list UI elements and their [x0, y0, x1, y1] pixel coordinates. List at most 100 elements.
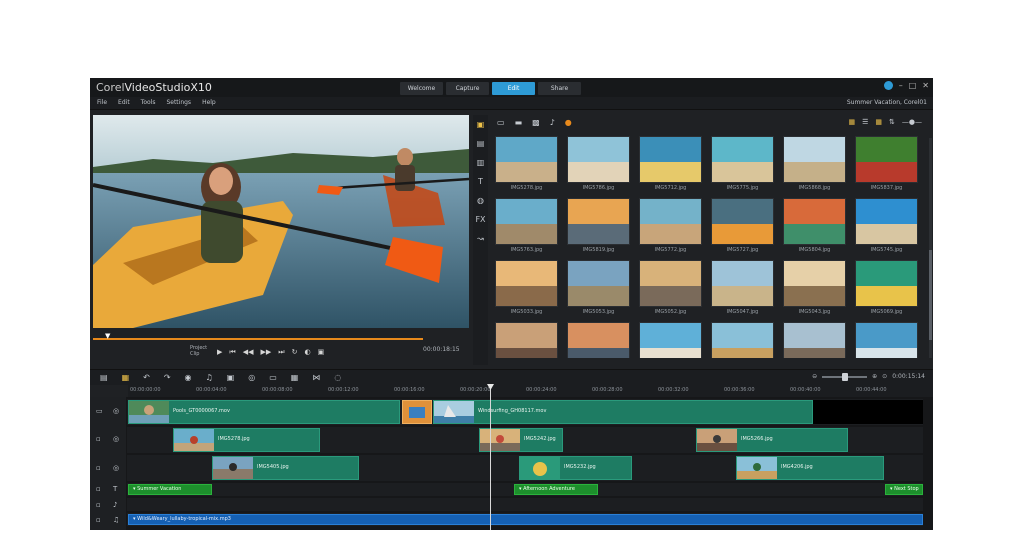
media-thumbnail[interactable]: IMG5047.jpg — [711, 260, 774, 317]
time-remap-icon[interactable]: ⋈ — [312, 373, 320, 382]
mode-clip[interactable]: Clip — [190, 351, 207, 357]
timeline-playhead[interactable] — [490, 385, 491, 530]
video-filter-icon[interactable]: ▬ — [515, 118, 523, 127]
filter-icon[interactable]: FX — [473, 210, 488, 229]
video-clip[interactable]: Pools_GT0000067.mov — [128, 400, 400, 424]
end-icon[interactable]: ⏭ — [278, 348, 284, 357]
media-thumbnail[interactable]: IMG5052.jpg — [639, 260, 702, 317]
menu-settings[interactable]: Settings — [166, 99, 191, 106]
overlay-track-2-visibility-icon[interactable]: ◎ — [113, 464, 119, 472]
undo-icon[interactable]: ↶ — [143, 373, 150, 382]
tab-share[interactable]: Share — [538, 82, 581, 95]
graphics-icon[interactable]: ◍ — [473, 191, 488, 210]
auto-music-icon[interactable]: ▣ — [227, 373, 235, 382]
title-clip[interactable]: ▾ Summer Vacation — [128, 484, 212, 495]
media-thumbnail[interactable]: IMG5745.jpg — [855, 198, 918, 255]
zoom-out-icon[interactable]: ⊖ — [812, 373, 817, 380]
thumbnail-view-icon[interactable]: ▦ — [848, 118, 855, 126]
repeat-icon[interactable]: ↻ — [292, 348, 298, 357]
menu-tools[interactable]: Tools — [141, 99, 156, 106]
media-thumbnail[interactable]: IMG5712.jpg — [639, 136, 702, 193]
volume-icon[interactable]: ◐ — [304, 348, 310, 357]
redo-icon[interactable]: ↷ — [164, 373, 171, 382]
fit-project-icon[interactable]: ⊙ — [882, 373, 887, 380]
media-thumbnail[interactable]: IMG5064.jpg — [567, 322, 630, 358]
thumbnail-size-slider[interactable]: —●— — [902, 118, 922, 126]
media-thumbnail[interactable]: IMG5775.jpg — [711, 136, 774, 193]
media-icon[interactable]: ▣ — [473, 115, 488, 134]
tab-capture[interactable]: Capture — [446, 82, 489, 95]
path-icon[interactable]: ↝ — [473, 229, 488, 248]
media-thumbnail[interactable]: IMG5804.jpg — [783, 198, 846, 255]
library-scrollbar-thumb[interactable] — [929, 250, 932, 340]
transition-icon[interactable]: ▥ — [473, 153, 488, 172]
media-thumbnail[interactable]: IMG5053.jpg — [567, 260, 630, 317]
instant-project-icon[interactable]: ▤ — [473, 134, 488, 153]
media-thumbnail[interactable]: IMG5278.jpg — [495, 136, 558, 193]
overlay-clip[interactable]: IMG5266.jpg — [696, 428, 848, 452]
sound-mixer-icon[interactable]: ♫ — [206, 373, 213, 382]
player-timecode[interactable]: 00:00:18:15 — [423, 346, 460, 353]
overlay-track-1-visibility-icon[interactable]: ◎ — [113, 435, 119, 443]
overlay-clip[interactable]: IMG5242.jpg — [479, 428, 563, 452]
media-thumbnail[interactable]: IMG5786.jpg — [567, 136, 630, 193]
media-thumbnail[interactable]: IMG5065.jpg — [639, 322, 702, 358]
play-mode-selector[interactable]: Project Clip — [190, 345, 207, 357]
preview-scrubber[interactable]: ▼ — [93, 331, 469, 343]
scrubber-track[interactable] — [93, 338, 423, 340]
scrubber-handle-icon[interactable]: ▼ — [105, 332, 110, 340]
minimize-icon[interactable]: – — [899, 81, 903, 90]
overlay-clip[interactable]: IMG5232.jpg — [519, 456, 632, 480]
media-thumbnail[interactable]: IMG5763.jpg — [495, 198, 558, 255]
close-icon[interactable]: ✕ — [922, 81, 929, 90]
sort-icon[interactable]: ⇅ — [889, 118, 895, 126]
voice-track[interactable] — [127, 498, 923, 511]
media-thumbnail[interactable]: IMG5069.jpg — [855, 260, 918, 317]
transition-clip[interactable] — [402, 400, 432, 424]
grid-view-icon[interactable]: ▦ — [875, 118, 882, 126]
list-view-icon[interactable]: ☰ — [862, 118, 868, 126]
multicam-icon[interactable]: ▦ — [291, 373, 299, 382]
play-icon[interactable]: ▶ — [217, 348, 222, 357]
motion-tracking-icon[interactable]: ◎ — [248, 373, 255, 382]
media-thumbnail[interactable]: IMG5043.jpg — [783, 260, 846, 317]
media-thumbnail[interactable]: IMG5071.jpg — [855, 322, 918, 358]
title-clip[interactable]: ▾ Afternoon Adventure — [514, 484, 598, 495]
menu-help[interactable]: Help — [202, 99, 216, 106]
media-thumbnail[interactable]: IMG5837.jpg — [855, 136, 918, 193]
overlay-clip[interactable]: IMG4206.jpg — [736, 456, 884, 480]
tab-edit[interactable]: Edit — [492, 82, 535, 95]
title-icon[interactable]: T — [473, 172, 488, 191]
media-thumbnail[interactable]: IMG5033.jpg — [495, 260, 558, 317]
music-clip[interactable]: ▾ Wild&Weary_lullaby-tropical-mix.mp3 — [128, 514, 923, 525]
tab-welcome[interactable]: Welcome — [400, 82, 443, 95]
maximize-icon[interactable]: □ — [909, 81, 917, 90]
title-track-visibility-icon[interactable]: T — [113, 485, 117, 493]
next-frame-icon[interactable]: ▶▶ — [260, 348, 271, 357]
voice-track-mute-icon[interactable]: ♪ — [113, 501, 117, 509]
media-thumbnail[interactable]: IMG5819.jpg — [567, 198, 630, 255]
media-thumbnail[interactable]: IMG5772.jpg — [639, 198, 702, 255]
timeline-ruler[interactable]: 00:00:00:00 00:00:04:00 00:00:08:00 00:00:1… — [128, 385, 933, 397]
menu-edit[interactable]: Edit — [118, 99, 130, 106]
zoom-in-icon[interactable]: ⊕ — [872, 373, 877, 380]
video-track-visibility-icon[interactable]: ◎ — [113, 407, 119, 415]
import-icon[interactable]: ● — [565, 118, 572, 127]
title-clip[interactable]: ▾ Next Stop — [885, 484, 923, 495]
record-capture-icon[interactable]: ◉ — [185, 373, 192, 382]
help-icon[interactable] — [883, 81, 893, 90]
folder-icon[interactable]: ▭ — [497, 118, 505, 127]
media-thumbnail[interactable]: IMG5081.jpg — [495, 322, 558, 358]
hd-icon[interactable]: ▣ — [318, 348, 325, 357]
library-scrollbar[interactable] — [929, 138, 932, 358]
storyboard-view-icon[interactable]: ▤ — [100, 373, 108, 382]
media-thumbnail[interactable]: IMG5868.jpg — [783, 136, 846, 193]
timeline-view-icon[interactable]: ▦ — [122, 373, 130, 382]
overlay-clip[interactable]: IMG5405.jpg — [212, 456, 359, 480]
photo-filter-icon[interactable]: ▩ — [532, 118, 540, 127]
mask-icon[interactable]: ◌ — [334, 373, 341, 382]
black-clip[interactable] — [813, 400, 923, 424]
overlay-clip[interactable]: IMG5278.jpg — [173, 428, 320, 452]
media-thumbnail[interactable]: IMG5070.jpg — [783, 322, 846, 358]
subtitle-icon[interactable]: ▭ — [269, 373, 277, 382]
